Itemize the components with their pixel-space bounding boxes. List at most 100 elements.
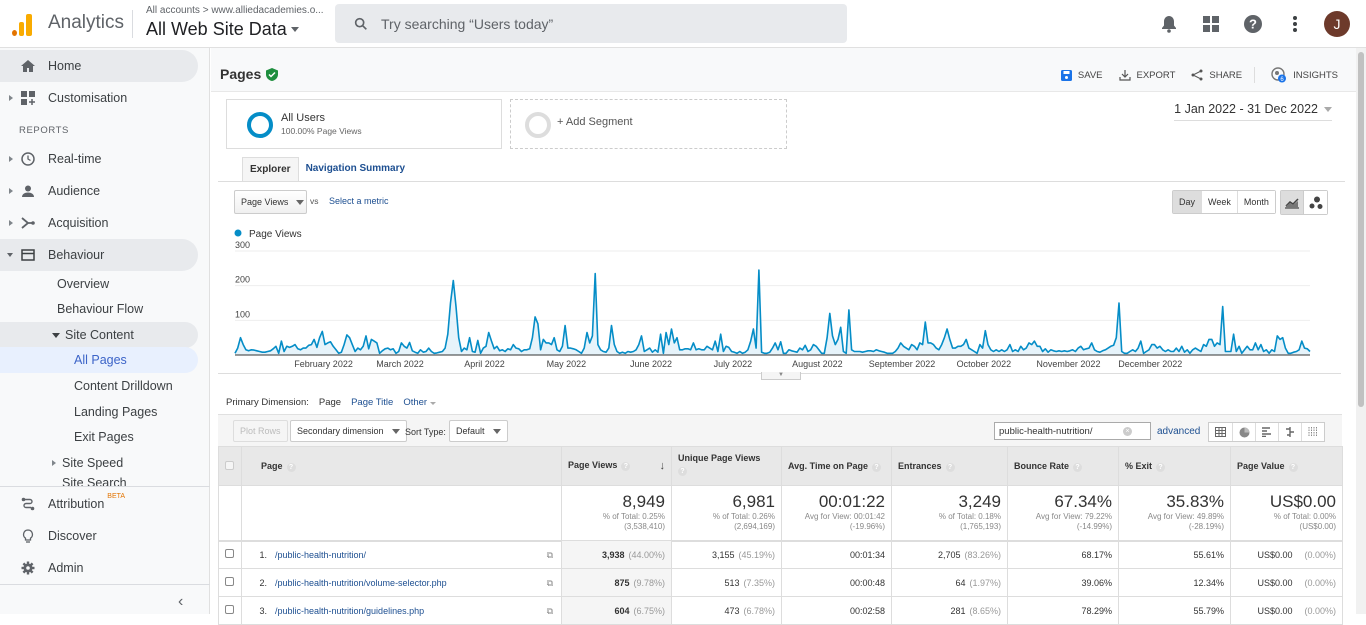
sidebar-item-realtime[interactable]: Real-time [0,143,198,175]
comparison-view-button[interactable] [1278,423,1301,441]
apps-button[interactable] [1190,10,1232,38]
search-input[interactable] [381,15,801,32]
table-filter[interactable]: × [994,422,1151,440]
unique-page-views-cell: 3,155 (45.19%) [671,540,782,569]
sidebar-item-site-content[interactable]: Site Content [0,322,198,348]
page-title: Pages [220,66,279,82]
breadcrumb[interactable]: All accounts > www.alliedacademies.o... [146,5,324,16]
share-button[interactable]: SHARE [1191,69,1242,81]
row-checkbox[interactable] [225,549,234,558]
analytics-logo-icon[interactable] [12,12,34,36]
row-checkbox[interactable] [225,605,234,614]
dimension-other[interactable]: Other [403,397,436,408]
advanced-filter-link[interactable]: advanced [1157,426,1200,437]
help-icon[interactable]: ? [872,462,882,472]
help-icon[interactable]: ? [945,462,955,472]
col-unique-page-views[interactable]: Unique Page Views? [671,446,782,486]
divider [0,584,210,585]
open-page-icon[interactable]: ⧉ [547,550,553,561]
col-page-value[interactable]: Page Value? [1230,446,1343,486]
tab-explorer[interactable]: Explorer [242,157,299,182]
line-chart-button[interactable] [1281,191,1304,214]
cell-pct: (6.75%) [633,605,665,616]
month-button[interactable]: Month [1236,191,1275,213]
page-scrollbar[interactable] [1356,48,1366,614]
secondary-dimension-dropdown[interactable]: Secondary dimension [290,420,407,442]
help-icon[interactable]: ? [621,462,631,471]
table-view-button[interactable] [1209,423,1232,441]
help-button[interactable]: ? [1232,10,1274,38]
page-cell: 2. /public-health-nutrition/volume-select… [241,568,562,597]
date-range-picker[interactable]: 1 Jan 2022 - 31 Dec 2022 [1174,102,1332,121]
col-exit[interactable]: % Exit? [1118,446,1231,486]
pie-view-button[interactable] [1232,423,1255,441]
help-icon[interactable]: ? [1156,462,1166,472]
avatar[interactable]: J [1324,11,1350,37]
view-selector[interactable]: All Web Site Data [146,19,299,40]
sidebar-item-behaviour-flow[interactable]: Behaviour Flow [0,296,198,322]
sidebar-item-landing-pages[interactable]: Landing Pages [0,399,198,425]
notifications-button[interactable] [1148,10,1190,38]
metric-dropdown[interactable]: Page Views [234,190,307,214]
row-checkbox[interactable] [225,577,234,586]
help-icon[interactable]: ? [1288,462,1298,472]
chart-resize-handle[interactable]: ▼ [761,372,801,380]
col-page-views[interactable]: Page Views? ↓ [561,446,672,486]
sidebar-item-acquisition[interactable]: Acquisition [0,207,198,239]
open-page-icon[interactable]: ⧉ [547,578,553,589]
page-link[interactable]: /public-health-nutrition/guidelines.php [275,606,424,616]
filter-input[interactable] [999,425,1117,437]
sidebar-item-site-speed[interactable]: Site Speed [0,450,198,476]
sidebar-item-admin[interactable]: Admin [0,552,198,584]
segment-all-users[interactable]: All Users 100.00% Page Views [226,99,502,149]
tab-navigation-summary[interactable]: Navigation Summary [299,157,412,182]
sort-type-dropdown[interactable]: Default [449,420,508,442]
pivot-view-button[interactable] [1301,423,1324,441]
page-link[interactable]: /public-health-nutrition/volume-selector… [275,578,447,588]
help-icon[interactable]: ? [678,467,687,476]
person-icon [20,183,36,199]
legend-dot-icon [234,229,242,237]
clear-filter-icon[interactable]: × [1123,426,1132,436]
sidebar-item-all-pages[interactable]: All Pages [0,347,198,373]
select-all-checkbox[interactable] [225,460,234,470]
open-page-icon[interactable]: ⧉ [547,606,553,617]
page-views-chart: Page Views 100 200 300 February 2022 March 20… [225,224,1331,380]
sidebar-item-discover[interactable]: Discover [0,520,198,552]
sidebar-item-site-search[interactable]: Site Search [0,476,198,486]
download-icon [1118,70,1131,81]
sidebar-item-audience[interactable]: Audience [0,175,198,207]
sidebar-item-home[interactable]: Home [0,50,198,82]
cell-pct: (45.19%) [738,549,775,560]
select-metric-link[interactable]: Select a metric [329,196,389,206]
col-page[interactable]: Page? [241,446,562,486]
sidebar-item-attribution[interactable]: AttributionBETA [0,488,198,520]
motion-chart-button[interactable] [1304,191,1327,214]
sidebar-item-overview[interactable]: Overview [0,271,198,297]
col-bounce-rate[interactable]: Bounce Rate? [1007,446,1119,486]
more-menu-button[interactable] [1274,10,1316,38]
help-icon[interactable]: ? [1073,462,1083,472]
week-button[interactable]: Week [1201,191,1237,213]
add-segment-button[interactable]: + Add Segment [510,99,787,149]
collapse-sidebar-chevron-icon[interactable]: ‹ [178,593,183,611]
insights-button[interactable]: 6 INSIGHTS [1271,67,1338,83]
plot-rows-button[interactable]: Plot Rows [233,420,288,442]
sidebar-item-customisation[interactable]: Customisation [0,82,198,114]
sidebar-item-content-drilldown[interactable]: Content Drilldown [0,373,198,399]
sidebar-item-exit-pages[interactable]: Exit Pages [0,424,198,450]
sidebar-item-behaviour[interactable]: Behaviour [0,239,198,271]
scrollbar-thumb[interactable] [1358,52,1364,407]
day-button[interactable]: Day [1173,191,1202,213]
search-bar[interactable] [335,4,847,43]
col-entrances[interactable]: Entrances? [891,446,1008,486]
export-button[interactable]: EXPORT [1118,69,1175,81]
verified-shield-icon [266,67,279,81]
save-button[interactable]: SAVE [1060,69,1103,81]
performance-view-button[interactable] [1255,423,1278,441]
col-avg-time[interactable]: Avg. Time on Page? [781,446,892,486]
page-link[interactable]: /public-health-nutrition/ [275,550,366,560]
dimension-page-title[interactable]: Page Title [351,397,393,408]
help-icon[interactable]: ? [286,462,296,472]
dimension-page[interactable]: Page [319,397,341,408]
